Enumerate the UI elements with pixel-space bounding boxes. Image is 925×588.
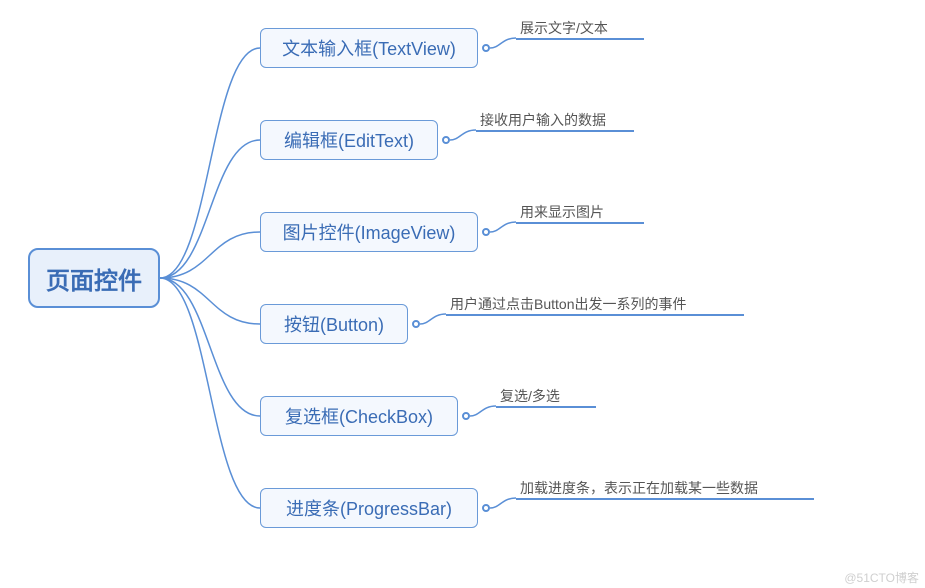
root-node: 页面控件 <box>28 248 160 308</box>
leaf-underline <box>516 222 644 224</box>
child-node: 文本输入框(TextView) <box>260 28 478 68</box>
child-node: 编辑框(EditText) <box>260 120 438 160</box>
leaf-label: 展示文字/文本 <box>520 18 608 38</box>
leaf-label: 接收用户输入的数据 <box>480 110 606 130</box>
connector-dot <box>462 412 470 420</box>
child-label: 文本输入框(TextView) <box>282 35 456 61</box>
leaf-underline <box>476 130 634 132</box>
child-node: 按钮(Button) <box>260 304 408 344</box>
connector-dot <box>482 504 490 512</box>
root-label: 页面控件 <box>46 261 142 296</box>
leaf-label: 复选/多选 <box>500 386 560 406</box>
child-label: 复选框(CheckBox) <box>285 403 433 429</box>
child-node: 图片控件(ImageView) <box>260 212 478 252</box>
child-node: 进度条(ProgressBar) <box>260 488 478 528</box>
leaf-underline <box>516 38 644 40</box>
leaf-underline <box>496 406 596 408</box>
child-label: 按钮(Button) <box>284 311 384 337</box>
connector-dot <box>442 136 450 144</box>
child-label: 图片控件(ImageView) <box>283 219 456 245</box>
leaf-label: 用来显示图片 <box>520 202 604 222</box>
leaf-label: 加载进度条，表示正在加载某一些数据 <box>520 478 758 498</box>
leaf-underline <box>446 314 744 316</box>
connector-dot <box>482 228 490 236</box>
child-label: 编辑框(EditText) <box>284 127 414 153</box>
child-label: 进度条(ProgressBar) <box>286 495 452 521</box>
watermark: @51CTO博客 <box>844 569 919 586</box>
child-node: 复选框(CheckBox) <box>260 396 458 436</box>
connector-dot <box>482 44 490 52</box>
leaf-label: 用户通过点击Button出发一系列的事件 <box>450 294 686 314</box>
connector-dot <box>412 320 420 328</box>
leaf-underline <box>516 498 814 500</box>
